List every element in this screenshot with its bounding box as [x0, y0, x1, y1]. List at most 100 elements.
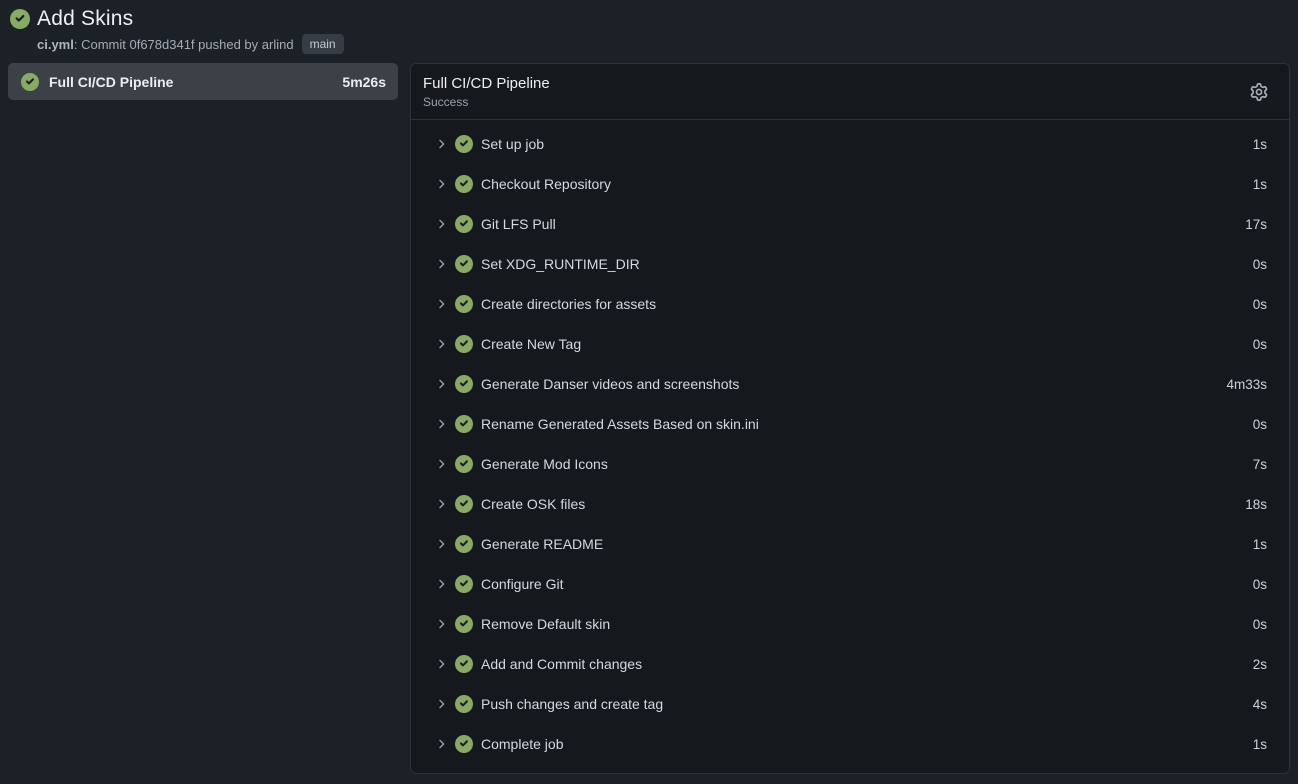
- chevron-right-icon[interactable]: [434, 617, 448, 631]
- step-duration: 1s: [1253, 737, 1267, 752]
- job-status-text: Success: [423, 95, 550, 110]
- step-row[interactable]: Complete job 1s: [411, 724, 1289, 764]
- chevron-right-icon[interactable]: [434, 497, 448, 511]
- step-name: Checkout Repository: [481, 176, 611, 192]
- step-duration: 1s: [1253, 177, 1267, 192]
- gear-icon[interactable]: [1247, 80, 1271, 104]
- run-status-check-circle-icon: [10, 9, 30, 29]
- chevron-right-icon[interactable]: [434, 377, 448, 391]
- step-row[interactable]: Generate README 1s: [411, 524, 1289, 564]
- chevron-right-icon[interactable]: [434, 657, 448, 671]
- pushed-by-label: pushed by: [195, 37, 262, 52]
- step-duration: 0s: [1253, 617, 1267, 632]
- step-name: Configure Git: [481, 576, 563, 592]
- check-circle-icon: [455, 575, 473, 593]
- sidebar-job-item[interactable]: Full CI/CD Pipeline 5m26s: [8, 63, 398, 100]
- step-row[interactable]: Create OSK files 18s: [411, 484, 1289, 524]
- step-name: Generate README: [481, 536, 603, 552]
- chevron-right-icon[interactable]: [434, 457, 448, 471]
- step-duration: 17s: [1245, 217, 1267, 232]
- check-circle-icon: [455, 615, 473, 633]
- run-header: Add Skins ci.yml: Commit 0f678d341f push…: [0, 0, 1298, 63]
- chevron-right-icon[interactable]: [434, 137, 448, 151]
- step-row[interactable]: Create directories for assets 0s: [411, 284, 1289, 324]
- step-duration: 0s: [1253, 257, 1267, 272]
- step-duration: 0s: [1253, 417, 1267, 432]
- chevron-right-icon[interactable]: [434, 697, 448, 711]
- step-name: Create New Tag: [481, 336, 581, 352]
- step-name: Create OSK files: [481, 496, 585, 512]
- check-circle-icon: [455, 175, 473, 193]
- step-name: Create directories for assets: [481, 296, 656, 312]
- chevron-right-icon[interactable]: [434, 337, 448, 351]
- run-content: Full CI/CD Pipeline 5m26s Full CI/CD Pip…: [0, 63, 1298, 774]
- step-name: Generate Mod Icons: [481, 456, 608, 472]
- check-circle-icon: [455, 335, 473, 353]
- step-row[interactable]: Checkout Repository 1s: [411, 164, 1289, 204]
- step-duration: 1s: [1253, 537, 1267, 552]
- step-duration: 0s: [1253, 337, 1267, 352]
- chevron-right-icon[interactable]: [434, 537, 448, 551]
- commit-label: : Commit: [74, 37, 130, 52]
- step-duration: 2s: [1253, 657, 1267, 672]
- job-panel-header: Full CI/CD Pipeline Success: [411, 64, 1289, 120]
- check-circle-icon: [455, 135, 473, 153]
- step-name: Add and Commit changes: [481, 656, 642, 672]
- step-row[interactable]: Generate Mod Icons 7s: [411, 444, 1289, 484]
- workflow-file-name[interactable]: ci.yml: [37, 37, 74, 52]
- step-row[interactable]: Set up job 1s: [411, 124, 1289, 164]
- commit-sha[interactable]: 0f678d341f: [129, 37, 194, 52]
- job-detail-panel: Full CI/CD Pipeline Success Set up job 1…: [410, 63, 1290, 774]
- jobs-sidebar: Full CI/CD Pipeline 5m26s: [8, 63, 398, 100]
- step-row[interactable]: Rename Generated Assets Based on skin.in…: [411, 404, 1289, 444]
- chevron-right-icon[interactable]: [434, 217, 448, 231]
- steps-list: Set up job 1s Checkout Repository 1s: [411, 120, 1289, 773]
- check-circle-icon: [455, 415, 473, 433]
- step-row[interactable]: Configure Git 0s: [411, 564, 1289, 604]
- check-circle-icon: [455, 215, 473, 233]
- step-name: Push changes and create tag: [481, 696, 663, 712]
- chevron-right-icon[interactable]: [434, 177, 448, 191]
- chevron-right-icon[interactable]: [434, 577, 448, 591]
- chevron-right-icon[interactable]: [434, 737, 448, 751]
- run-title: Add Skins: [37, 7, 133, 31]
- check-circle-icon: [21, 73, 39, 91]
- check-circle-icon: [455, 255, 473, 273]
- check-circle-icon: [455, 295, 473, 313]
- step-duration: 7s: [1253, 457, 1267, 472]
- step-row[interactable]: Set XDG_RUNTIME_DIR 0s: [411, 244, 1289, 284]
- step-name: Complete job: [481, 736, 564, 752]
- check-circle-icon: [455, 455, 473, 473]
- step-duration: 18s: [1245, 497, 1267, 512]
- step-name: Set up job: [481, 136, 544, 152]
- step-row[interactable]: Add and Commit changes 2s: [411, 644, 1289, 684]
- step-duration: 4m33s: [1226, 377, 1267, 392]
- check-circle-icon: [455, 735, 473, 753]
- check-circle-icon: [455, 495, 473, 513]
- step-name: Git LFS Pull: [481, 216, 556, 232]
- check-circle-icon: [455, 535, 473, 553]
- step-row[interactable]: Create New Tag 0s: [411, 324, 1289, 364]
- step-name: Remove Default skin: [481, 616, 610, 632]
- step-name: Rename Generated Assets Based on skin.in…: [481, 416, 759, 432]
- run-meta: ci.yml: Commit 0f678d341f pushed by arli…: [37, 34, 1288, 54]
- step-name: Set XDG_RUNTIME_DIR: [481, 256, 640, 272]
- step-duration: 4s: [1253, 697, 1267, 712]
- chevron-right-icon[interactable]: [434, 257, 448, 271]
- check-circle-icon: [455, 695, 473, 713]
- job-duration: 5m26s: [342, 74, 386, 90]
- step-row[interactable]: Git LFS Pull 17s: [411, 204, 1289, 244]
- job-name: Full CI/CD Pipeline: [49, 74, 173, 90]
- job-title: Full CI/CD Pipeline: [423, 74, 550, 93]
- chevron-right-icon[interactable]: [434, 297, 448, 311]
- check-circle-icon: [455, 375, 473, 393]
- branch-badge[interactable]: main: [302, 34, 344, 54]
- step-row[interactable]: Push changes and create tag 4s: [411, 684, 1289, 724]
- step-duration: 0s: [1253, 297, 1267, 312]
- chevron-right-icon[interactable]: [434, 417, 448, 431]
- author-name[interactable]: arlind: [262, 37, 294, 52]
- step-row[interactable]: Remove Default skin 0s: [411, 604, 1289, 644]
- check-circle-icon: [455, 655, 473, 673]
- step-duration: 0s: [1253, 577, 1267, 592]
- step-row[interactable]: Generate Danser videos and screenshots 4…: [411, 364, 1289, 404]
